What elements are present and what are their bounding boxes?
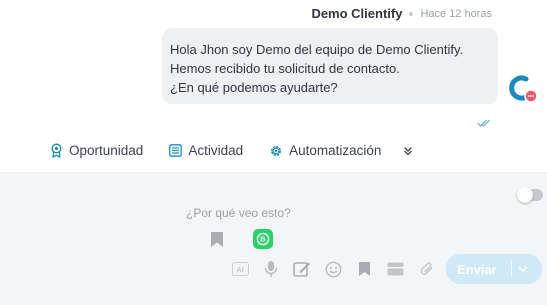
toggle-knob	[517, 187, 533, 203]
tab-actividad[interactable]: Actividad	[169, 143, 243, 158]
microphone-button[interactable]	[261, 259, 281, 279]
context-tabs: Oportunidad Actividad Automatización	[50, 143, 413, 158]
bookmark-icon	[211, 231, 223, 247]
emoji-button[interactable]	[323, 259, 343, 279]
award-icon	[51, 143, 62, 158]
ai-icon: AI	[231, 262, 249, 276]
tab-label: Oportunidad	[69, 143, 144, 158]
attach-button[interactable]	[416, 259, 436, 279]
send-options-button[interactable]	[518, 266, 528, 273]
edit-icon	[293, 262, 310, 277]
send-label: Enviar	[457, 261, 497, 277]
chevron-down-icon	[518, 266, 528, 272]
gear-icon	[271, 145, 282, 156]
why-see-this-link[interactable]: ¿Por qué veo esto?	[186, 206, 291, 220]
send-separator	[511, 261, 512, 277]
avatar[interactable]	[508, 75, 538, 105]
svg-text:B: B	[260, 235, 266, 244]
whatsapp-icon: B	[253, 229, 273, 249]
message-bubble: Hola Jhon soy Demo del equipo de Demo Cl…	[162, 28, 498, 104]
tab-label: Automatización	[289, 143, 382, 158]
separator-dot	[409, 11, 414, 16]
tab-oportunidad[interactable]: Oportunidad	[50, 143, 143, 158]
message-line: Hola Jhon soy Demo del equipo de Demo Cl…	[170, 42, 464, 57]
composer-toggle[interactable]	[517, 187, 543, 203]
composer-toolbar: AI	[230, 259, 447, 279]
tab-automatizacion[interactable]: Automatización	[269, 143, 381, 158]
send-button[interactable]: Enviar	[446, 254, 542, 284]
ai-button[interactable]: AI	[230, 259, 250, 279]
message-time: Hace 12 horas	[420, 7, 492, 20]
message-meta: Demo Clientify Hace 12 horas	[311, 6, 492, 21]
template-button[interactable]	[385, 259, 405, 279]
edit-button[interactable]	[292, 259, 312, 279]
conversation-area: Demo Clientify Hace 12 horas Hola Jhon s…	[0, 0, 547, 172]
tab-label: Actividad	[188, 143, 244, 158]
sender-name: Demo Clientify	[311, 6, 403, 21]
microphone-icon	[264, 261, 278, 277]
smile-icon	[325, 261, 341, 277]
message-line: ¿En qué podemos ayudarte?	[170, 80, 338, 95]
channel-bookmark[interactable]	[207, 229, 227, 249]
template-icon	[387, 262, 403, 276]
message-line: Hemos recibido tu solicitud de contacto.	[170, 61, 400, 76]
bookmark-button[interactable]	[354, 259, 374, 279]
clientify-logo-icon	[509, 75, 529, 101]
bookmark-icon	[358, 262, 370, 276]
channel-whatsapp[interactable]: B	[253, 229, 273, 249]
composer: ¿Por qué veo esto? B AI Enviar	[0, 172, 547, 305]
double-chevron-down-icon	[404, 146, 413, 155]
more-tabs-button[interactable]	[403, 146, 413, 156]
paperclip-icon	[419, 262, 432, 275]
list-icon	[169, 144, 183, 157]
double-check-icon	[477, 115, 491, 133]
